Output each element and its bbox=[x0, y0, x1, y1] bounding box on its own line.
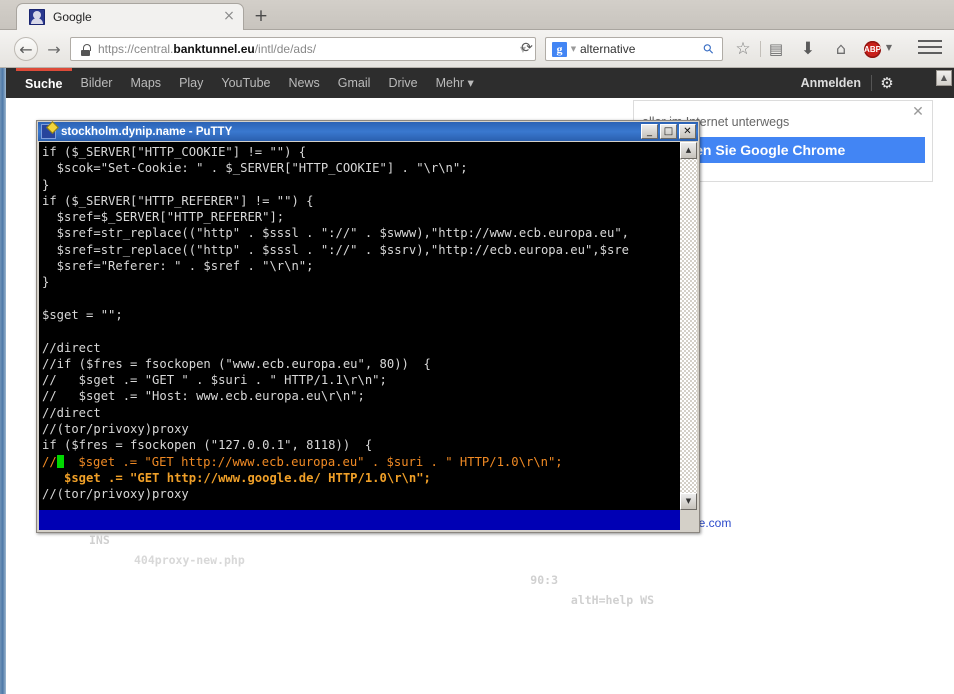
search-input[interactable]: alternative bbox=[580, 42, 700, 56]
scroll-up-button[interactable]: ▲ bbox=[936, 70, 952, 86]
tab-strip: Google × + bbox=[0, 0, 954, 30]
signin-button[interactable]: Anmelden bbox=[801, 76, 871, 90]
google-de-com-link[interactable]: le.com bbox=[696, 516, 731, 530]
google-favicon-icon bbox=[29, 9, 45, 25]
hamburger-menu-button[interactable] bbox=[918, 40, 942, 58]
status-mode: INS bbox=[89, 533, 110, 547]
scroll-down-arrow-icon[interactable]: ▼ bbox=[680, 493, 697, 510]
terminal-line: } bbox=[42, 275, 50, 290]
status-filename: 404proxy-new.php bbox=[134, 553, 245, 567]
chevron-down-icon[interactable]: ▼ bbox=[567, 45, 580, 53]
terminal-line: $sref="Referer: " . $sref . "\r\n"; bbox=[42, 259, 314, 274]
forward-button[interactable]: → bbox=[42, 37, 66, 61]
terminal-line: $sref=str_replace(("http" . $sssl . "://… bbox=[42, 242, 629, 257]
terminal-line: //(tor/privoxy)proxy bbox=[42, 487, 189, 502]
scroll-up-arrow-icon[interactable]: ▲ bbox=[680, 142, 697, 159]
google-search-engine-icon: g bbox=[552, 41, 567, 57]
terminal-line: $sref=str_replace(("http" . $sssl . "://… bbox=[42, 226, 629, 241]
terminal-line: //direct bbox=[42, 340, 101, 355]
close-icon[interactable]: ✕ bbox=[910, 104, 926, 120]
reload-icon[interactable]: ⟳ bbox=[519, 41, 535, 57]
terminal-line: $sget .= "GET http://www.google.de/ HTTP… bbox=[42, 470, 431, 485]
home-icon[interactable]: ⌂ bbox=[829, 38, 853, 60]
nav-item-news[interactable]: News bbox=[280, 68, 329, 98]
putty-scrollbar[interactable]: ▲ ▼ bbox=[680, 142, 697, 510]
google-navigation-bar: Suche Bilder Maps Play YouTube News Gmai… bbox=[6, 68, 954, 98]
terminal-line: $scok="Set-Cookie: " . $_SERVER["HTTP_CO… bbox=[42, 161, 468, 176]
tab-google[interactable]: Google × bbox=[16, 3, 244, 30]
terminal-line: $sref=$_SERVER["HTTP_REFERER"]; bbox=[42, 210, 285, 225]
nav-item-gmail[interactable]: Gmail bbox=[329, 68, 380, 98]
terminal-line: // $sget .= "GET " . $suri . " HTTP/1.1\… bbox=[42, 373, 387, 388]
terminal-line: if ($_SERVER["HTTP_REFERER"] != "") { bbox=[42, 193, 314, 208]
putty-title-bar[interactable]: stockholm.dynip.name - PuTTY _ □ ✕ bbox=[38, 122, 698, 141]
toolbar-divider bbox=[760, 41, 761, 57]
status-position: 90:3 bbox=[530, 573, 558, 587]
tab-title: Google bbox=[53, 10, 92, 24]
search-bar[interactable]: g ▼ alternative ⚲ bbox=[545, 37, 723, 61]
terminal-line: } bbox=[42, 177, 50, 192]
url-text: https://central.banktunnel.eu/intl/de/ad… bbox=[98, 42, 515, 56]
minimize-button[interactable]: _ bbox=[641, 124, 658, 139]
terminal-line: if ($fres = fsockopen ("127.0.0.1", 8118… bbox=[42, 438, 373, 453]
browser-toolbar: ← → https://central.banktunnel.eu/intl/d… bbox=[0, 30, 954, 68]
nav-item-mehr[interactable]: Mehr ▾ bbox=[427, 68, 483, 98]
terminal-line: //direct bbox=[42, 405, 101, 420]
menu-bar-1 bbox=[918, 40, 942, 42]
gear-icon[interactable]: ⚙ bbox=[872, 74, 902, 92]
putty-app-icon bbox=[41, 124, 56, 139]
terminal-text: $sget .= "GET http://www.ecb.europa.eu" … bbox=[63, 454, 563, 469]
terminal-text: // bbox=[42, 454, 57, 469]
nav-item-maps[interactable]: Maps bbox=[121, 68, 170, 98]
download-icon[interactable]: ⬇ bbox=[796, 38, 820, 60]
status-help: altH=help WS bbox=[570, 593, 654, 607]
new-tab-button[interactable]: + bbox=[250, 7, 272, 27]
adblock-plus-icon[interactable]: ABP bbox=[864, 41, 881, 58]
menu-bar-2 bbox=[918, 46, 942, 48]
chevron-down-icon[interactable]: ▼ bbox=[884, 43, 894, 52]
url-protocol: https://central. bbox=[98, 42, 174, 56]
terminal-line: //(tor/privoxy)proxy bbox=[42, 422, 189, 437]
url-path: /intl/de/ads/ bbox=[254, 42, 317, 56]
nav-item-play[interactable]: Play bbox=[170, 68, 212, 98]
putty-window[interactable]: stockholm.dynip.name - PuTTY _ □ ✕ if ($… bbox=[36, 120, 700, 607]
close-icon[interactable]: × bbox=[221, 9, 237, 25]
terminal-cursor bbox=[56, 454, 64, 468]
terminal-line: $sget = ""; bbox=[42, 307, 123, 322]
nav-item-drive[interactable]: Drive bbox=[379, 68, 426, 98]
menu-bar-3 bbox=[918, 52, 942, 54]
terminal-line: // $sget .= "Host: www.ecb.europa.eu\r\n… bbox=[42, 389, 365, 404]
putty-status-bar: INS 404proxy-new.php 90:3 altH=help WS bbox=[39, 510, 680, 607]
putty-title: stockholm.dynip.name - PuTTY bbox=[61, 125, 233, 138]
terminal-line: // $sget .= "GET http://www.ecb.europa.e… bbox=[42, 454, 680, 470]
nav-item-suche[interactable]: Suche bbox=[16, 68, 72, 98]
reading-list-icon[interactable]: ▤ bbox=[764, 38, 788, 60]
url-domain: banktunnel.eu bbox=[173, 42, 255, 56]
terminal-line: //if ($fres = fsockopen ("www.ecb.europa… bbox=[42, 356, 431, 371]
browser-window: Google × + ← → https://central.banktunne… bbox=[0, 0, 954, 694]
star-icon[interactable]: ☆ bbox=[731, 38, 755, 60]
terminal-line: if ($_SERVER["HTTP_COOKIE"] != "") { bbox=[42, 145, 307, 159]
back-button[interactable]: ← bbox=[14, 37, 38, 61]
address-bar[interactable]: https://central.banktunnel.eu/intl/de/ad… bbox=[70, 37, 536, 61]
search-icon[interactable]: ⚲ bbox=[697, 37, 720, 60]
close-button[interactable]: ✕ bbox=[679, 124, 696, 139]
lock-icon bbox=[79, 43, 92, 56]
putty-terminal[interactable]: if ($_SERVER["HTTP_COOKIE"] != "") { $sc… bbox=[39, 142, 680, 510]
google-nav-right: Anmelden ⚙ bbox=[801, 68, 902, 98]
maximize-button[interactable]: □ bbox=[660, 124, 677, 139]
google-nav-items: Suche Bilder Maps Play YouTube News Gmai… bbox=[6, 68, 483, 98]
nav-item-bilder[interactable]: Bilder bbox=[72, 68, 122, 98]
nav-item-youtube[interactable]: YouTube bbox=[212, 68, 279, 98]
